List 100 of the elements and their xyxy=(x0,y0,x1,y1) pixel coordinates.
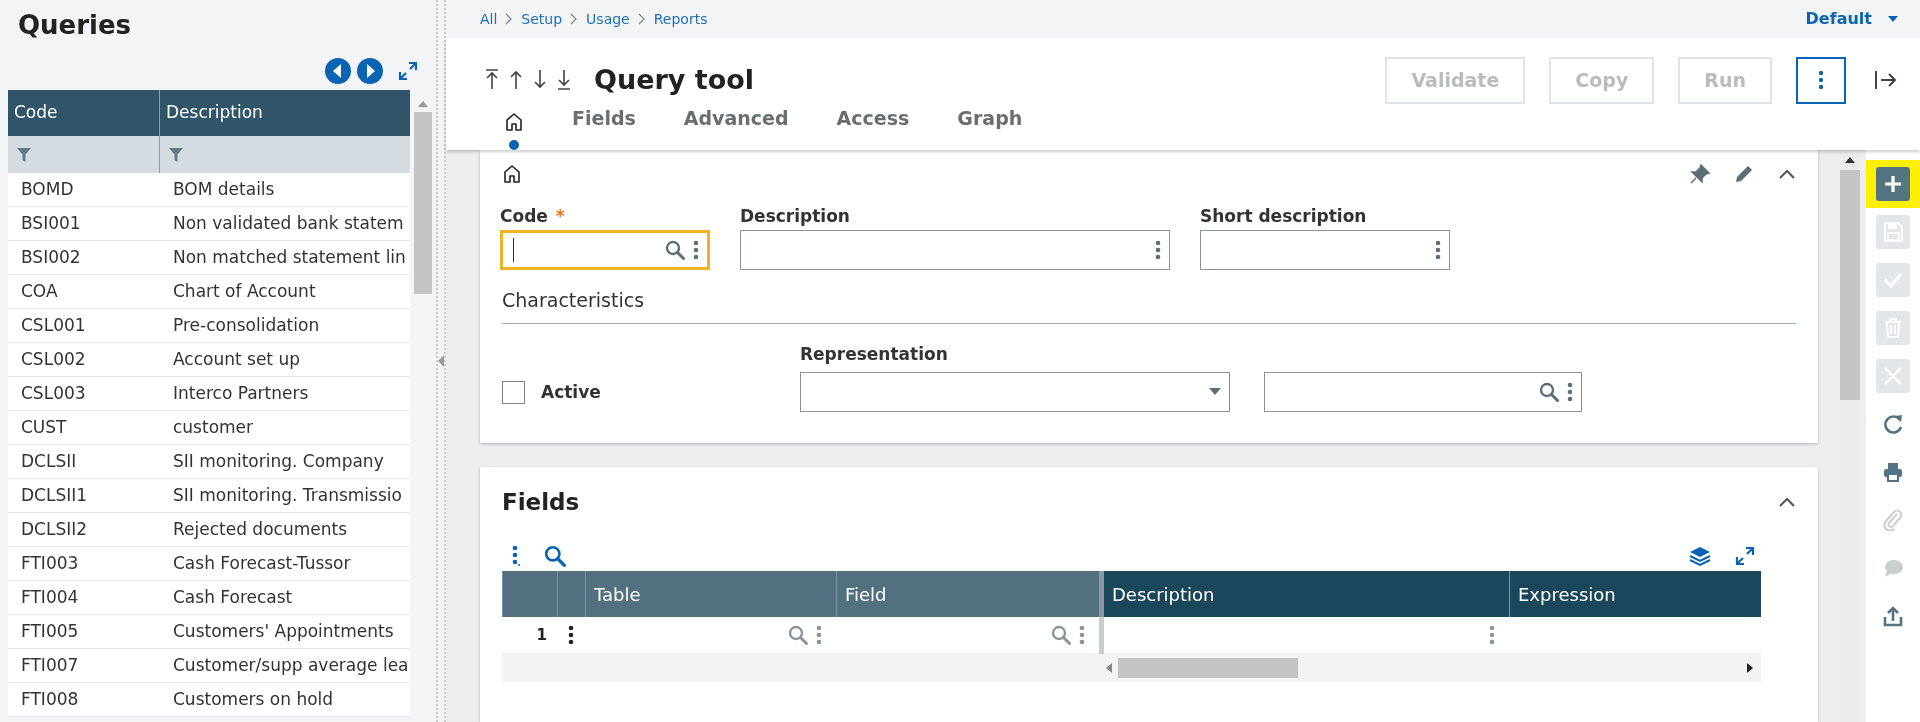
table-cell[interactable]: Chart of Account xyxy=(160,275,410,308)
previous-record-icon[interactable] xyxy=(508,69,524,91)
scrollbar-thumb[interactable] xyxy=(1840,170,1860,400)
field-label: Representation xyxy=(800,342,949,366)
dropdown-caret-icon[interactable] xyxy=(1888,16,1898,22)
search-icon[interactable] xyxy=(544,545,566,568)
table-cell[interactable]: FTI008 xyxy=(8,683,160,716)
table-cell[interactable]: Pre-consolidation xyxy=(160,309,410,342)
home-tab[interactable] xyxy=(504,112,524,150)
pin-icon[interactable] xyxy=(1690,164,1710,184)
layers-icon[interactable] xyxy=(1689,545,1711,568)
next-icon[interactable] xyxy=(356,57,384,85)
table-cell[interactable]: FTI005 xyxy=(8,615,160,648)
toolbar-button[interactable] xyxy=(1876,167,1910,201)
exit-icon[interactable] xyxy=(1874,69,1898,91)
table-cell[interactable]: DCLSII xyxy=(8,445,160,478)
collapse-icon[interactable] xyxy=(1778,495,1796,508)
printer-icon[interactable] xyxy=(1882,461,1904,483)
pencil-icon[interactable] xyxy=(1734,164,1754,184)
chevron-right-icon xyxy=(570,13,579,25)
scrollbar-thumb[interactable] xyxy=(414,112,432,294)
scroll-up-icon[interactable] xyxy=(1844,156,1856,164)
table-cell[interactable]: FTI007 xyxy=(8,649,160,682)
more-icon[interactable] xyxy=(568,625,574,646)
input-field[interactable] xyxy=(1264,371,1582,412)
more-button[interactable] xyxy=(1796,56,1846,104)
search-icon[interactable] xyxy=(788,625,808,646)
table-cell[interactable]: Customer/supp average lea xyxy=(160,649,410,682)
column-header[interactable]: Expression xyxy=(1509,571,1761,618)
checkbox-label: Active xyxy=(541,380,601,404)
column-header[interactable]: Description xyxy=(160,90,410,136)
home-icon xyxy=(504,112,524,132)
first-record-icon[interactable] xyxy=(484,69,500,91)
last-record-icon[interactable] xyxy=(556,69,572,91)
filter-icon[interactable] xyxy=(168,146,184,163)
search-icon[interactable] xyxy=(1051,625,1071,646)
table-cell[interactable]: customer xyxy=(160,411,410,444)
filter-icon[interactable] xyxy=(16,146,32,163)
scroll-right-icon[interactable] xyxy=(1747,663,1753,674)
table-cell[interactable]: CUST xyxy=(8,411,160,444)
breadcrumb-link[interactable]: All xyxy=(480,8,498,30)
table-cell[interactable]: Cash Forecast xyxy=(160,581,410,614)
table-cell[interactable]: BOM details xyxy=(160,173,410,206)
tab[interactable]: Access xyxy=(836,103,910,150)
next-record-icon[interactable] xyxy=(532,69,548,91)
table-cell[interactable]: CSL001 xyxy=(8,309,160,342)
table-cell[interactable]: Interco Partners xyxy=(160,377,410,410)
page-title: Query tool xyxy=(594,62,755,97)
column-header[interactable]: Description xyxy=(1099,571,1509,618)
table-cell[interactable]: BSI002 xyxy=(8,241,160,274)
trash-icon xyxy=(1882,317,1904,339)
breadcrumb-link[interactable]: Usage xyxy=(586,8,630,30)
table-cell[interactable]: DCLSII2 xyxy=(8,513,160,546)
collapse-icon[interactable] xyxy=(1778,168,1796,180)
more-icon xyxy=(1818,70,1824,90)
table-cell[interactable]: DCLSII1 xyxy=(8,479,160,512)
column-header[interactable]: Table xyxy=(585,571,836,618)
home-icon[interactable] xyxy=(502,164,522,184)
table-cell[interactable]: BOMD xyxy=(8,173,160,206)
expand-icon[interactable] xyxy=(398,61,418,81)
dropdown-field[interactable] xyxy=(800,371,1230,412)
table-cell[interactable]: Non matched statement lin xyxy=(160,241,410,274)
table-cell[interactable]: FTI003 xyxy=(8,547,160,580)
table-cell[interactable]: CSL002 xyxy=(8,343,160,376)
search-icon[interactable] xyxy=(665,240,685,260)
input-field[interactable] xyxy=(740,230,1170,270)
table-cell[interactable]: Customers on hold xyxy=(160,683,410,716)
chevron-right-icon xyxy=(637,13,646,25)
breadcrumb-link[interactable]: Setup xyxy=(521,8,563,30)
table-cell[interactable]: SII monitoring. Company xyxy=(160,445,410,478)
column-header[interactable]: Field xyxy=(836,571,1099,618)
input-field[interactable] xyxy=(1200,230,1450,270)
close-icon xyxy=(1882,365,1904,387)
tab[interactable]: Advanced xyxy=(683,103,789,150)
more-icon[interactable] xyxy=(512,545,520,568)
table-cell[interactable]: CSL003 xyxy=(8,377,160,410)
table-cell[interactable]: Account set up xyxy=(160,343,410,376)
scrollbar-thumb[interactable] xyxy=(1118,658,1298,679)
checkbox[interactable] xyxy=(502,381,525,404)
scroll-left-icon[interactable] xyxy=(1106,663,1112,674)
table-cell[interactable]: SII monitoring. Transmissio xyxy=(160,479,410,512)
tab[interactable]: Graph xyxy=(957,103,1023,150)
table-cell[interactable]: Rejected documents xyxy=(160,513,410,546)
refresh-icon[interactable] xyxy=(1882,413,1904,435)
table-cell[interactable]: Customers' Appointments xyxy=(160,615,410,648)
table-cell[interactable]: COA xyxy=(8,275,160,308)
field-label: Short description xyxy=(1200,205,1367,228)
previous-icon[interactable] xyxy=(324,57,352,85)
expand-icon[interactable] xyxy=(1735,546,1755,567)
table-cell[interactable]: BSI001 xyxy=(8,207,160,240)
upload-icon[interactable] xyxy=(1882,605,1904,627)
input-field[interactable] xyxy=(500,230,710,270)
tab[interactable]: Fields xyxy=(572,103,636,150)
table-cell[interactable]: Cash Forecast-Tussor xyxy=(160,547,410,580)
table-cell[interactable]: FTI004 xyxy=(8,581,160,614)
breadcrumb-link[interactable]: Reports xyxy=(653,8,708,30)
view-selector[interactable]: Default xyxy=(1805,7,1872,31)
search-icon[interactable] xyxy=(1539,381,1559,402)
table-cell[interactable]: Non validated bank statem xyxy=(160,207,410,240)
row-number: 1 xyxy=(535,624,548,646)
